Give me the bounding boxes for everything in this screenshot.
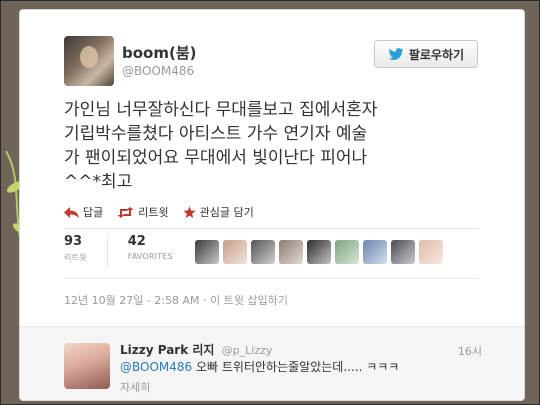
retweets-label: 리트윗 xyxy=(64,253,87,262)
reply-author-handle: @p_Lizzy xyxy=(221,344,273,357)
stats-bottom-divider xyxy=(64,278,478,279)
follow-button[interactable]: 팔로우하기 xyxy=(374,40,478,68)
favorite-label: 관심글 담기 xyxy=(199,206,254,219)
stats-top-divider xyxy=(64,228,478,229)
favoriter-avatar[interactable] xyxy=(251,240,275,264)
favoriter-avatar[interactable] xyxy=(391,240,415,264)
favoriter-avatar[interactable] xyxy=(195,240,219,264)
reply-time[interactable]: 16시 xyxy=(458,343,482,359)
reply-label: 답글 xyxy=(83,206,104,219)
expand-link[interactable]: 자세히 xyxy=(120,379,150,395)
author-avatar[interactable] xyxy=(64,36,114,86)
reply-action[interactable]: 답글 xyxy=(64,204,103,220)
retweet-icon xyxy=(117,206,134,218)
reply-author[interactable]: Lizzy Park 리지 @p_Lizzy xyxy=(120,341,272,358)
follow-button-label: 팔로우하기 xyxy=(408,47,465,62)
tweet-text: 가인님 너무잘하신다 무대를보고 집에서혼자 기립박수를쳤다 아티스트 가수 연… xyxy=(64,100,378,192)
author-full-name[interactable]: boom(붐) xyxy=(122,42,197,63)
star-icon xyxy=(183,206,196,218)
author-screen-name[interactable]: @BOOM486 xyxy=(122,64,194,78)
screenshot-frame: boom(붐) @BOOM486 팔로우하기 가인님 너무잘하신다 무대를보고 … xyxy=(0,0,540,405)
retweets-stat[interactable]: 93 리트윗 xyxy=(64,234,87,274)
favorites-stat[interactable]: 42 FAVORITES xyxy=(128,234,173,274)
favoriter-avatar[interactable] xyxy=(363,240,387,264)
tweet-card: boom(붐) @BOOM486 팔로우하기 가인님 너무잘하신다 무대를보고 … xyxy=(19,9,525,401)
reply-author-avatar[interactable] xyxy=(64,343,110,389)
tweet-stats: 93 리트윗 42 FAVORITES xyxy=(64,234,173,274)
tweet-timestamp[interactable]: 12년 10월 27일 - 2:58 AM · 이 트윗 삽입하기 xyxy=(64,292,288,308)
favorites-label: FAVORITES xyxy=(127,252,173,261)
reply-tweet: Lizzy Park 리지 @p_Lizzy 16시 @BOOM486 오빠 트… xyxy=(20,326,524,400)
favoriter-avatar[interactable] xyxy=(419,240,443,264)
retweet-action[interactable]: 리트윗 xyxy=(117,204,169,220)
retweets-count: 93 xyxy=(64,234,83,249)
favoriter-avatar[interactable] xyxy=(307,240,331,264)
favoriter-avatar[interactable] xyxy=(223,240,247,264)
favorites-count: 42 xyxy=(127,234,146,249)
favoriter-avatar[interactable] xyxy=(335,240,359,264)
twitter-bird-icon xyxy=(388,47,404,60)
reply-author-name: Lizzy Park 리지 xyxy=(120,343,215,357)
tweet-actions: 답글 리트윗 관심글 담기 xyxy=(64,204,254,220)
reply-body: 오빠 트위터안하는줄알았는데..... ㅋㅋㅋ xyxy=(192,360,400,374)
stats-separator xyxy=(106,234,108,268)
favoriters-avatars xyxy=(195,240,443,264)
reply-text: @BOOM486 오빠 트위터안하는줄알았는데..... ㅋㅋㅋ xyxy=(120,359,490,375)
favoriter-avatar[interactable] xyxy=(279,240,303,264)
favorite-action[interactable]: 관심글 담기 xyxy=(183,204,254,220)
reply-arrow-icon xyxy=(64,206,79,218)
retweet-label: 리트윗 xyxy=(138,206,169,219)
reply-mention-link[interactable]: @BOOM486 xyxy=(120,360,192,374)
